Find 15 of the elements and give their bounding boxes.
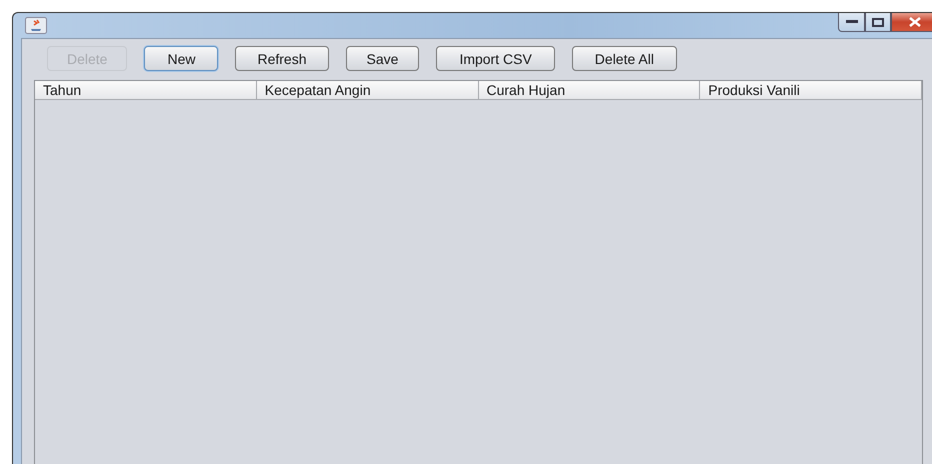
close-button[interactable] bbox=[891, 13, 932, 32]
toolbar-button[interactable]: Delete All bbox=[572, 46, 677, 71]
column-header[interactable]: Produksi Vanili bbox=[700, 81, 922, 100]
maximize-icon bbox=[872, 18, 884, 26]
minimize-icon bbox=[846, 20, 858, 24]
column-header[interactable]: Curah Hujan bbox=[478, 81, 700, 100]
minimize-button[interactable] bbox=[838, 13, 865, 32]
maximize-button[interactable] bbox=[865, 13, 891, 32]
toolbar-button[interactable]: New bbox=[144, 46, 218, 71]
column-header[interactable]: Kecepatan Angin bbox=[256, 81, 478, 100]
toolbar-button[interactable]: Import CSV bbox=[436, 46, 555, 71]
toolbar-button[interactable]: Refresh bbox=[235, 46, 329, 71]
toolbar-button[interactable]: Save bbox=[346, 46, 420, 71]
column-header[interactable]: Tahun bbox=[35, 81, 257, 100]
close-icon bbox=[908, 17, 922, 27]
